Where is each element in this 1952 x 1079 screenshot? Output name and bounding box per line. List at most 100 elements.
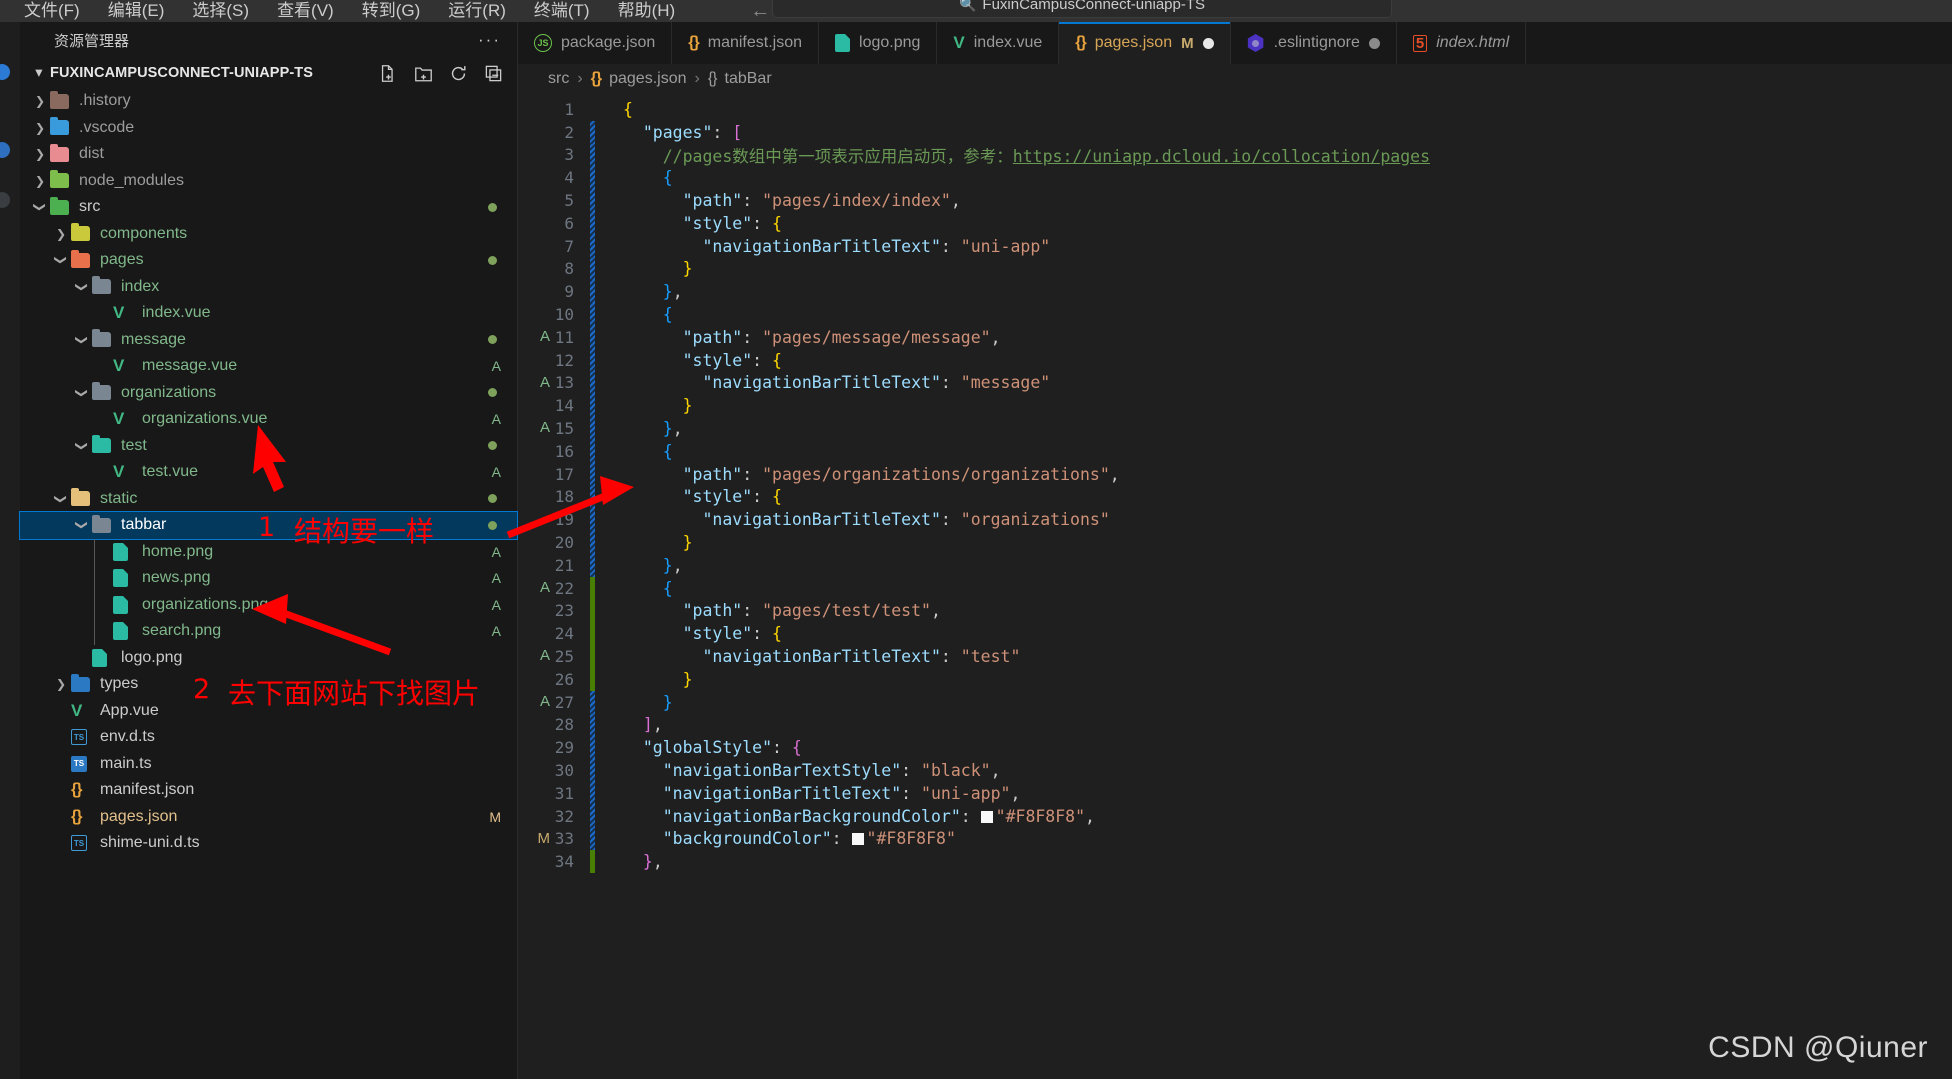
code-line[interactable]: 23 "path": "pages/test/test", [518, 599, 1952, 623]
tree-item-test[interactable]: ❯ test [20, 433, 517, 460]
tree-item-node-modules[interactable]: ❯ node_modules [20, 168, 517, 195]
chevron-right-icon[interactable]: ❯ [51, 677, 71, 691]
tree-item-dist[interactable]: ❯ dist [20, 141, 517, 168]
code-line[interactable]: 7 "navigationBarTitleText": "uni-app" [518, 234, 1952, 258]
chevron-right-icon[interactable]: ❯ [30, 147, 50, 161]
chevron-down-icon[interactable]: ❯ [75, 383, 89, 403]
menu-edit[interactable]: 编辑(E) [94, 0, 179, 22]
tree-item-app-vue[interactable]: V App.vue [20, 698, 517, 725]
code-line[interactable]: 30 "navigationBarTextStyle": "black", [518, 759, 1952, 782]
code-line[interactable]: 20 } [518, 531, 1952, 554]
activity-bar[interactable] [0, 22, 20, 1079]
editor-tab-package-json[interactable]: JS package.json [518, 22, 673, 64]
tree-item-message-vue[interactable]: Vmessage.vue A [20, 353, 517, 380]
code-line[interactable]: 25 "navigationBarTitleText": "test" [518, 645, 1952, 668]
code-line[interactable]: 18 "style": { [518, 485, 1952, 509]
new-folder-icon[interactable] [414, 64, 433, 83]
chevron-down-icon[interactable]: ❯ [75, 515, 89, 535]
chevron-right-icon[interactable]: ❯ [51, 227, 71, 241]
code-line[interactable]: 24 "style": { [518, 622, 1952, 646]
tree-item--vscode[interactable]: ❯ .vscode [20, 115, 517, 142]
tree-item-env-d-ts[interactable]: TS env.d.ts [20, 724, 517, 751]
chevron-down-icon[interactable]: ❯ [54, 489, 68, 509]
code-line[interactable]: 17 "path": "pages/organizations/organiza… [518, 462, 1952, 486]
chevron-right-icon[interactable]: ❯ [30, 94, 50, 108]
breadcrumb-pages-json[interactable]: pages.json [609, 70, 686, 88]
chevron-right-icon[interactable]: ❯ [30, 121, 50, 135]
code-line[interactable]: 4 { [518, 166, 1952, 190]
code-line[interactable]: 34 }, [518, 850, 1952, 874]
menu-selection[interactable]: 选择(S) [178, 0, 263, 22]
code-line[interactable]: 19 "navigationBarTitleText": "organizati… [518, 508, 1952, 532]
editor-tab-index-html[interactable]: 5 index.html [1396, 22, 1527, 64]
breadcrumb-src[interactable]: src [548, 70, 569, 88]
code-line[interactable]: 22 { [518, 576, 1952, 600]
code-line[interactable]: 26 } [518, 668, 1952, 691]
code-line[interactable]: 31 "navigationBarTitleText": "uni-app", [518, 782, 1952, 805]
menu-view[interactable]: 查看(V) [263, 0, 348, 22]
chevron-down-icon[interactable]: ▾ [28, 65, 50, 81]
file-tree[interactable]: ❯ .history ❯ .vscode ❯ dist ❯ node_modules ❯ src ❯… [19, 88, 518, 857]
tree-item-main-ts[interactable]: TS main.ts [20, 751, 517, 778]
editor-tab-pages-json[interactable]: {} pages.json M [1059, 22, 1231, 64]
menu-help[interactable]: 帮助(H) [604, 0, 690, 22]
tree-item-src[interactable]: ❯ src [20, 194, 517, 221]
tree-item-index-vue[interactable]: Vindex.vue [20, 300, 517, 327]
menu-bar[interactable]: 文件(F) 编辑(E) 选择(S) 查看(V) 转到(G) 运行(R) 终端(T… [10, 0, 689, 22]
chevron-down-icon[interactable]: ❯ [75, 330, 89, 350]
workspace-root-row[interactable]: ▾ FUXINCAMPUSCONNECT-UNIAPP-TS [20, 58, 517, 88]
code-line[interactable]: 10 { [518, 303, 1952, 326]
breadcrumb[interactable]: src › {} pages.json › {} tabBar [518, 64, 1952, 94]
scm-icon[interactable] [0, 142, 10, 158]
more-actions-icon[interactable]: ··· [478, 30, 501, 50]
code-line[interactable]: 11 "path": "pages/message/message", [518, 326, 1952, 349]
tree-item-test-vue[interactable]: Vtest.vue A [20, 459, 517, 486]
new-file-icon[interactable] [379, 64, 398, 83]
code-line[interactable]: 3 //pages数组中第一项表示应用启动页，参考：https://uniapp… [518, 143, 1952, 167]
tree-item-pages-json[interactable]: {} pages.json M [20, 804, 517, 831]
collapse-all-icon[interactable] [484, 64, 503, 83]
code-line[interactable]: 12 "style": { [518, 348, 1952, 372]
chevron-down-icon[interactable]: ❯ [54, 250, 68, 270]
editor-tab--eslintignore[interactable]: .eslintignore [1230, 22, 1397, 64]
code-lines[interactable]: 1{2 "pages": [3 //pages数组中第一项表示应用启动页，参考：… [518, 94, 1952, 1079]
extensions-icon[interactable] [0, 192, 10, 208]
tree-item-types[interactable]: ❯ types [20, 671, 517, 698]
arrow-left-icon[interactable]: ← [749, 0, 771, 22]
code-line[interactable]: 8 } [518, 257, 1952, 281]
code-line[interactable]: 27 } [518, 690, 1952, 714]
code-line[interactable]: 13 "navigationBarTitleText": "message" [518, 371, 1952, 395]
code-line[interactable]: 5 "path": "pages/index/index", [518, 189, 1952, 212]
menu-run[interactable]: 运行(R) [434, 0, 520, 22]
tree-item-manifest-json[interactable]: {} manifest.json [20, 777, 517, 804]
code-line[interactable]: 1{ [518, 98, 1952, 121]
menu-file[interactable]: 文件(F) [10, 0, 94, 22]
refresh-icon[interactable] [449, 64, 468, 83]
tree-item-components[interactable]: ❯ components [20, 221, 517, 248]
code-line[interactable]: 14 } [518, 394, 1952, 418]
breadcrumb-tabbar[interactable]: tabBar [725, 70, 772, 88]
code-line[interactable]: 32 "navigationBarBackgroundColor": "#F8F… [518, 804, 1952, 828]
command-center-search[interactable]: 🔍 FuxinCampusConnect-uniapp-TS [772, 0, 1392, 18]
code-line[interactable]: 16 { [518, 440, 1952, 463]
chevron-down-icon[interactable]: ❯ [75, 277, 89, 297]
tree-item--history[interactable]: ❯ .history [20, 88, 517, 115]
chevron-down-icon[interactable]: ❯ [33, 197, 47, 217]
menu-terminal[interactable]: 终端(T) [520, 0, 604, 22]
code-editor[interactable]: AAAAAAM 1{2 "pages": [3 //pages数组中第一项表示应… [518, 94, 1952, 1079]
tree-item-message[interactable]: ❯ message [20, 327, 517, 354]
code-line[interactable]: 28 ], [518, 713, 1952, 737]
code-line[interactable]: 15 }, [518, 417, 1952, 440]
chevron-right-icon[interactable]: ❯ [30, 174, 50, 188]
tree-item-logo-png[interactable]: logo.png [20, 645, 517, 672]
code-line[interactable]: 6 "style": { [518, 212, 1952, 235]
tree-item-organizations[interactable]: ❯ organizations [20, 380, 517, 407]
chevron-down-icon[interactable]: ❯ [75, 436, 89, 456]
code-line[interactable]: 2 "pages": [ [518, 120, 1952, 144]
tree-item-organizations-vue[interactable]: Vorganizations.vue A [20, 406, 517, 433]
tab-close-dirty-icon[interactable] [1368, 37, 1380, 49]
tab-close-dirty-icon[interactable] [1202, 37, 1214, 49]
tree-item-index[interactable]: ❯ index [20, 274, 517, 301]
menu-go[interactable]: 转到(G) [348, 0, 435, 22]
editor-tab-bar[interactable]: JS package.json {} manifest.json logo.png Vin… [518, 22, 1952, 64]
